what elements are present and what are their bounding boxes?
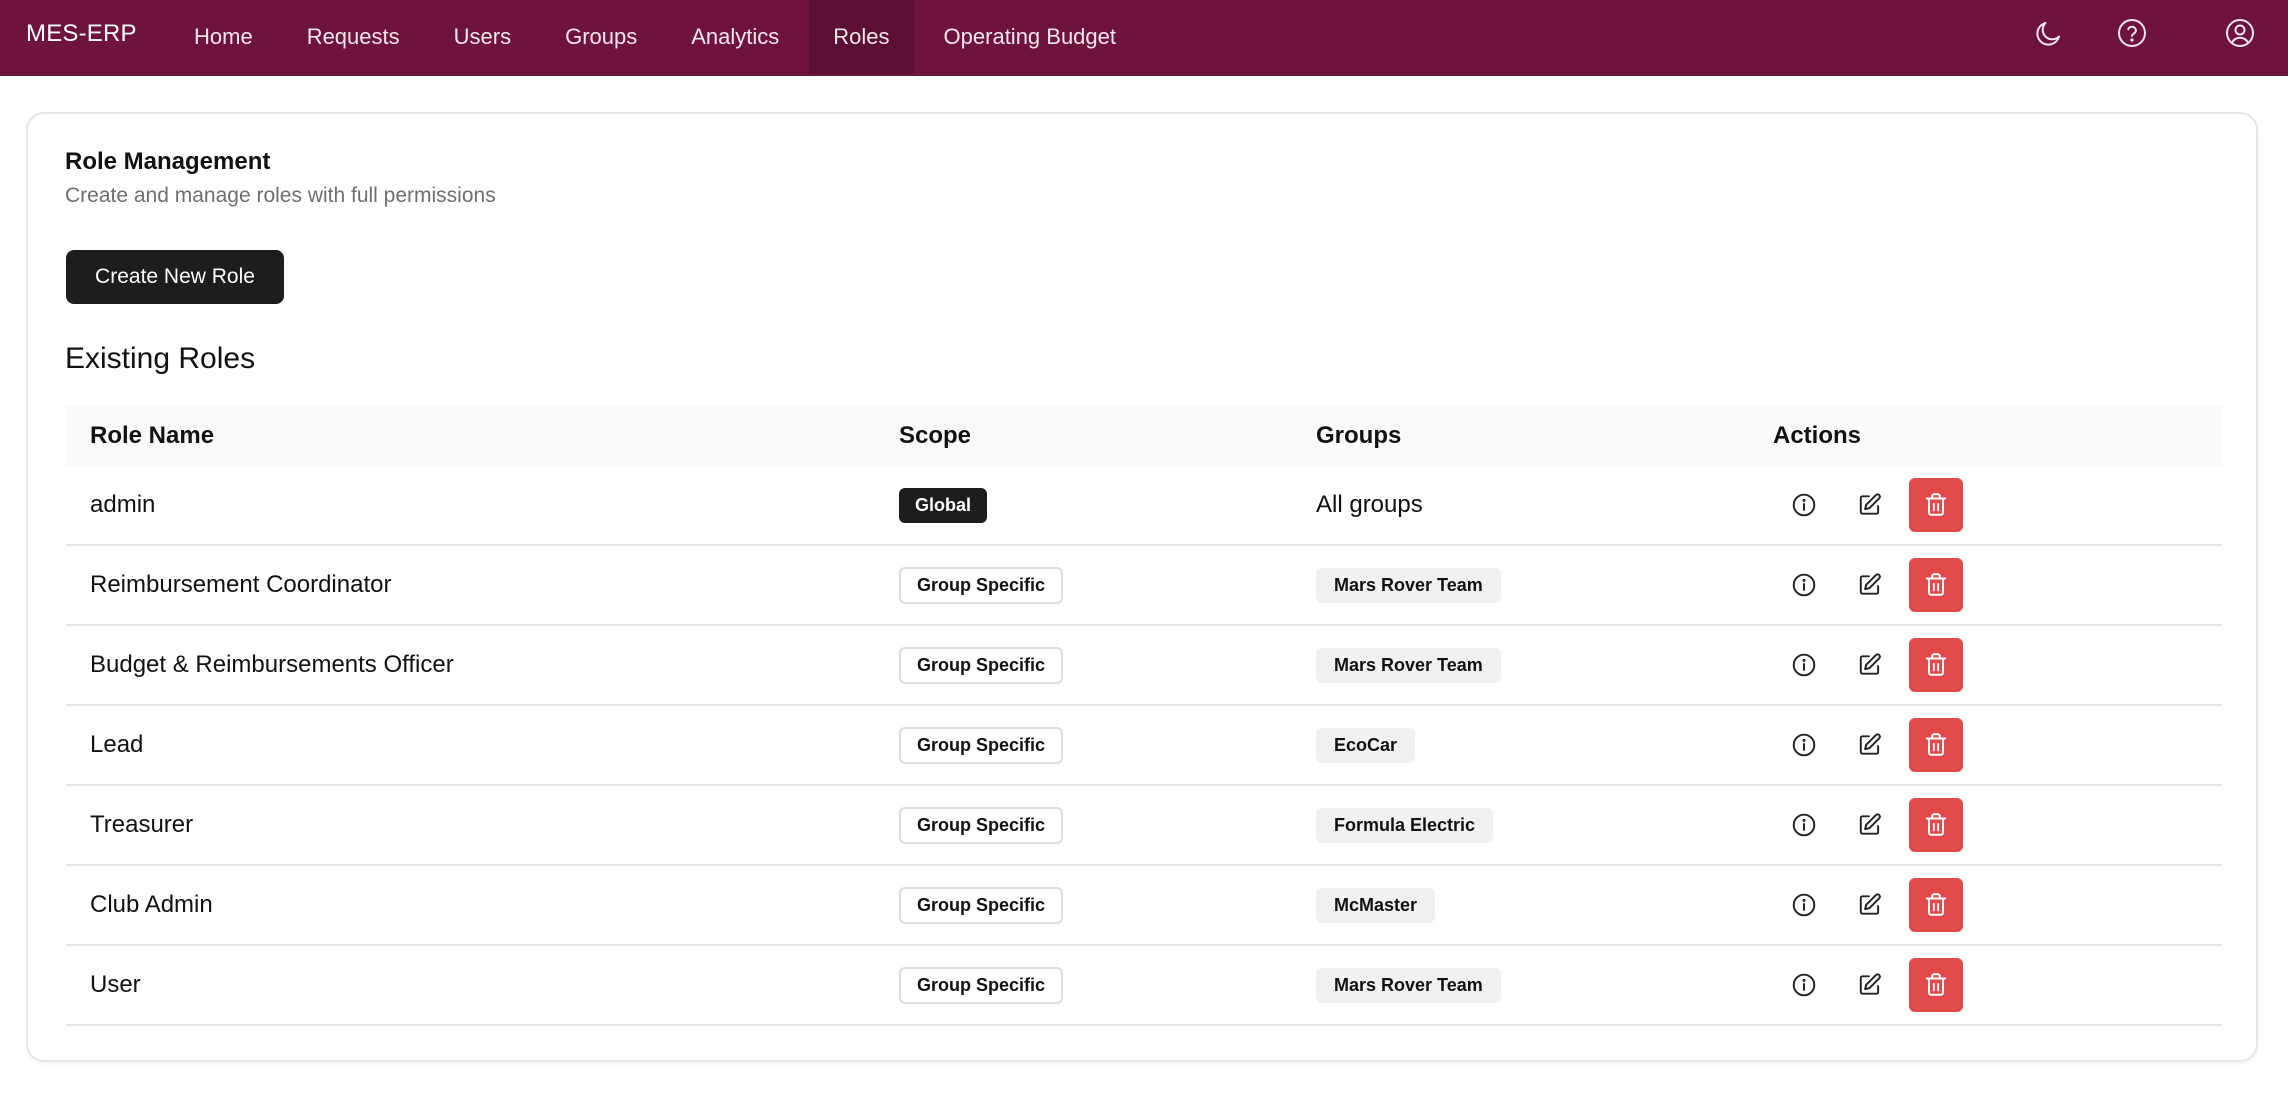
trash-icon [1925, 653, 1947, 676]
scope-badge: Group Specific [899, 886, 1064, 924]
group-badge: Mars Rover Team [1316, 567, 1501, 603]
delete-button[interactable] [1909, 798, 1963, 852]
info-icon [1792, 813, 1816, 837]
info-icon [1792, 733, 1816, 757]
table-row: Lead Group Specific EcoCar [66, 706, 2222, 786]
nav-item-home[interactable]: Home [170, 0, 277, 74]
table-row: User Group Specific Mars Rover Team [66, 946, 2222, 1026]
delete-button[interactable] [1909, 478, 1963, 532]
trash-icon [1925, 573, 1947, 596]
group-badge: Formula Electric [1316, 807, 1494, 843]
group-badge: Mars Rover Team [1316, 647, 1501, 683]
delete-button[interactable] [1909, 638, 1963, 692]
role-name: Lead [90, 731, 144, 758]
header-groups: Groups [1316, 422, 1402, 449]
table-row: Treasurer Group Specific Formula Electri… [66, 786, 2222, 866]
edit-button[interactable] [1843, 958, 1897, 1012]
role-name: Treasurer [90, 811, 194, 838]
create-new-role-button[interactable]: Create New Role [66, 250, 284, 304]
role-name: Club Admin [90, 891, 213, 918]
help-icon[interactable] [2116, 17, 2148, 49]
delete-button[interactable] [1909, 718, 1963, 772]
role-name: Budget & Reimbursements Officer [90, 651, 454, 678]
roles-table: Role Name Scope Groups Actions admin Glo… [66, 406, 2222, 1026]
info-button[interactable] [1777, 798, 1831, 852]
edit-button[interactable] [1843, 558, 1897, 612]
trash-icon [1925, 813, 1947, 836]
info-icon [1792, 573, 1816, 597]
edit-button[interactable] [1843, 478, 1897, 532]
nav-item-roles[interactable]: Roles [809, 0, 914, 74]
info-button[interactable] [1777, 558, 1831, 612]
header-role-name: Role Name [90, 422, 215, 449]
scope-badge: Group Specific [899, 806, 1064, 844]
moon-icon[interactable] [2033, 17, 2065, 49]
scope-badge: Group Specific [899, 726, 1064, 764]
info-button[interactable] [1777, 958, 1831, 1012]
scope-badge: Global [899, 487, 988, 523]
edit-icon [1859, 813, 1881, 835]
nav-item-groups[interactable]: Groups [541, 0, 661, 74]
edit-icon [1859, 653, 1881, 675]
edit-icon [1859, 733, 1881, 755]
info-button[interactable] [1777, 718, 1831, 772]
table-row: Club Admin Group Specific McMaster [66, 866, 2222, 946]
edit-icon [1859, 573, 1881, 595]
role-name: Reimbursement Coordinator [90, 571, 392, 598]
card-subtitle: Create and manage roles with full permis… [65, 184, 496, 207]
edit-button[interactable] [1843, 638, 1897, 692]
table-row: Reimbursement Coordinator Group Specific… [66, 546, 2222, 626]
info-icon [1792, 493, 1816, 517]
group-badge: McMaster [1316, 887, 1436, 923]
groups-text: All groups [1316, 491, 1423, 518]
table-row: Budget & Reimbursements Officer Group Sp… [66, 626, 2222, 706]
delete-button[interactable] [1909, 878, 1963, 932]
delete-button[interactable] [1909, 558, 1963, 612]
header-actions: Actions [1773, 422, 1862, 449]
trash-icon [1925, 893, 1947, 916]
trash-icon [1925, 733, 1947, 756]
nav-item-operating-budget[interactable]: Operating Budget [920, 0, 1140, 74]
nav-item-requests[interactable]: Requests [283, 0, 424, 74]
info-button[interactable] [1777, 638, 1831, 692]
role-name: User [90, 971, 141, 998]
edit-button[interactable] [1843, 878, 1897, 932]
nav-item-analytics[interactable]: Analytics [667, 0, 803, 74]
delete-button[interactable] [1909, 958, 1963, 1012]
table-header: Role Name Scope Groups Actions [66, 406, 2222, 466]
group-badge: EcoCar [1316, 727, 1416, 763]
user-account-icon[interactable] [2224, 17, 2256, 49]
edit-icon [1859, 893, 1881, 915]
scope-badge: Group Specific [899, 566, 1064, 604]
group-badge: Mars Rover Team [1316, 967, 1501, 1003]
role-management-card: Role Management Create and manage roles … [26, 112, 2258, 1062]
edit-button[interactable] [1843, 718, 1897, 772]
edit-icon [1859, 973, 1881, 995]
header-scope: Scope [899, 422, 972, 449]
nav-item-users[interactable]: Users [430, 0, 535, 74]
info-icon [1792, 893, 1816, 917]
top-navbar: MES-ERP Home Requests Users Groups Analy… [0, 0, 2288, 76]
info-button[interactable] [1777, 478, 1831, 532]
table-row: admin Global All groups [66, 466, 2222, 546]
info-icon [1792, 653, 1816, 677]
info-button[interactable] [1777, 878, 1831, 932]
brand-logo[interactable]: MES-ERP [26, 0, 137, 67]
scope-badge: Group Specific [899, 966, 1064, 1004]
card-title: Role Management [65, 148, 271, 175]
trash-icon [1925, 493, 1947, 516]
existing-roles-heading: Existing Roles [65, 342, 256, 375]
main-nav: Home Requests Users Groups Analytics Rol… [170, 0, 1146, 76]
role-name: admin [90, 491, 156, 518]
scope-badge: Group Specific [899, 646, 1064, 684]
edit-icon [1859, 493, 1881, 515]
trash-icon [1925, 973, 1947, 996]
edit-button[interactable] [1843, 798, 1897, 852]
info-icon [1792, 973, 1816, 997]
